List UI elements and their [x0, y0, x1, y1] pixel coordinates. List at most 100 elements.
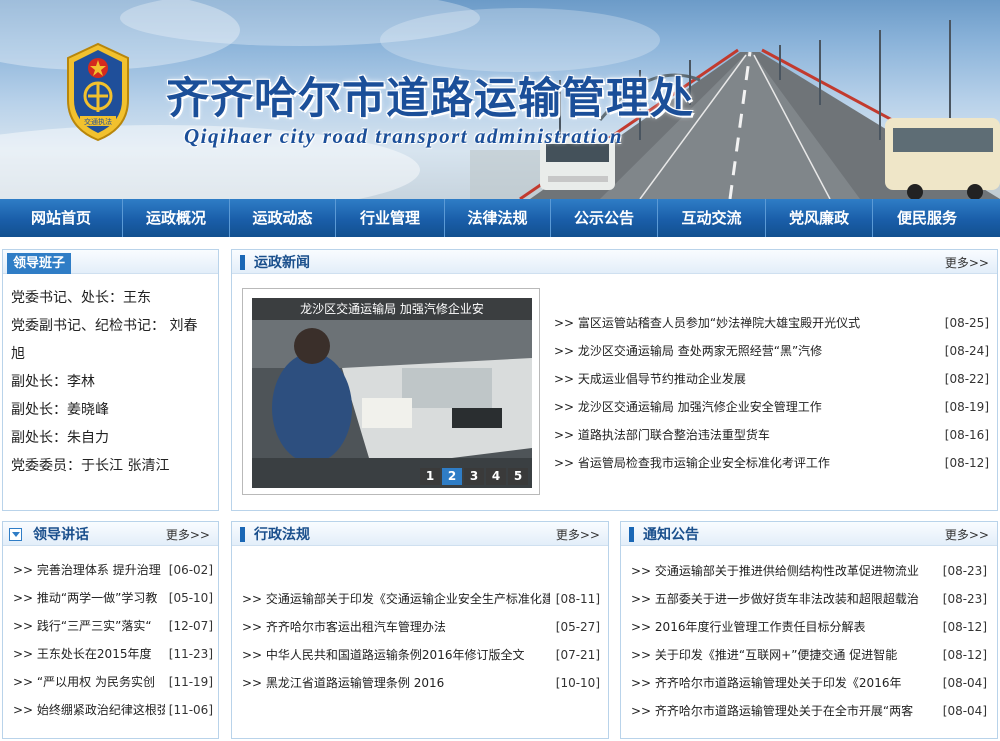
news-date: [08-25]	[944, 316, 989, 330]
slider-page-2[interactable]: 2	[442, 468, 462, 485]
leadership-header: 领导班子	[3, 250, 218, 274]
list-item: >> “严以用权 为民务实创 [11-19]	[13, 668, 213, 696]
regulations-title: 行政法规	[254, 527, 310, 543]
list-item: >> 五部委关于进一步做好货车非法改装和超限超载治 [08-23]	[631, 585, 987, 613]
leadership-panel: 领导班子 党委书记、处长：王东 党委副书记、纪检书记： 刘春旭 副处长：李林 副…	[2, 249, 219, 511]
news-photo-image	[252, 298, 532, 488]
news-link[interactable]: >> 富区运管站稽查人员参加“妙法禅院大雄宝殿开光仪式	[554, 309, 924, 337]
notice-link[interactable]: >> 齐齐哈尔市道路运输管理处关于在全市开展“两客	[631, 697, 931, 725]
news-photo[interactable]: 龙沙区交通运输局 加强汽修企业安 1 2 3 4 5	[252, 298, 532, 488]
news-photo-slider: 龙沙区交通运输局 加强汽修企业安 1 2 3 4 5	[242, 288, 540, 495]
news-more-link[interactable]: 更多>>	[945, 254, 989, 271]
news-header: 运政新闻 更多>>	[232, 250, 997, 274]
nav-home[interactable]: 网站首页	[0, 199, 123, 237]
notice-link[interactable]: >> 齐齐哈尔市道路运输管理处关于印发《2016年	[631, 669, 931, 697]
speech-date: [11-19]	[168, 675, 213, 689]
news-date: [08-12]	[944, 456, 989, 470]
news-date: [08-22]	[944, 372, 989, 386]
list-item: >> 省运管局检查我市运输企业安全标准化考评工作 [08-12]	[554, 449, 989, 477]
nav-overview[interactable]: 运政概况	[123, 199, 230, 237]
list-item: >> 交通运输部关于推进供给侧结构性改革促进物流业 [08-23]	[631, 557, 987, 585]
leader-item: 副处长：姜晓峰	[11, 402, 109, 418]
news-date: [08-24]	[944, 344, 989, 358]
list-item: >> 交通运输部关于印发《交通运输企业安全生产标准化建 [08-11]	[242, 585, 600, 613]
news-link[interactable]: >> 龙沙区交通运输局 查处两家无照经营“黑”汽修	[554, 337, 924, 365]
leader-item: 党委副书记、纪检书记： 刘春旭	[11, 318, 198, 362]
leader-item: 副处长：朱自力	[11, 430, 109, 446]
nav-news[interactable]: 运政动态	[230, 199, 336, 237]
slider-page-4[interactable]: 4	[486, 468, 506, 485]
nav-laws[interactable]: 法律法规	[445, 199, 551, 237]
speech-date: [11-06]	[168, 703, 213, 717]
speech-date: [06-02]	[168, 563, 213, 577]
regulation-link[interactable]: >> 齐齐哈尔市客运出租汽车管理办法	[242, 613, 550, 641]
list-item: >> 齐齐哈尔市道路运输管理处关于印发《2016年 [08-04]	[631, 669, 987, 697]
regulation-link[interactable]: >> 中华人民共和国道路运输条例2016年修订版全文	[242, 641, 550, 669]
notice-link[interactable]: >> 2016年度行业管理工作责任目标分解表	[631, 613, 931, 641]
news-date: [08-16]	[944, 428, 989, 442]
list-item: >> 龙沙区交通运输局 查处两家无照经营“黑”汽修 [08-24]	[554, 337, 989, 365]
slider-page-5[interactable]: 5	[508, 468, 528, 485]
speeches-title: 领导讲话	[33, 527, 89, 543]
news-link[interactable]: >> 省运管局检查我市运输企业安全标准化考评工作	[554, 449, 924, 477]
list-item: >> 2016年度行业管理工作责任目标分解表 [08-12]	[631, 613, 987, 641]
nav-integrity[interactable]: 党风廉政	[766, 199, 873, 237]
speech-link[interactable]: >> 践行“三严三实”落实“	[13, 612, 165, 640]
list-item: >> 富区运管站稽查人员参加“妙法禅院大雄宝殿开光仪式 [08-25]	[554, 309, 989, 337]
header-accent-bar	[240, 255, 245, 270]
list-item: >> 推动“两学一做”学习教 [05-10]	[13, 584, 213, 612]
regulations-more-link[interactable]: 更多>>	[556, 526, 600, 543]
regulations-list: >> 交通运输部关于印发《交通运输企业安全生产标准化建 [08-11] >> 齐齐…	[242, 585, 600, 697]
notice-link[interactable]: >> 五部委关于进一步做好货车非法改装和超限超载治	[631, 585, 931, 613]
site-title: 齐齐哈尔市道路运输管理处	[166, 74, 694, 124]
notices-title: 通知公告	[643, 527, 699, 543]
speech-date: [12-07]	[168, 619, 213, 633]
notice-link[interactable]: >> 交通运输部关于推进供给侧结构性改革促进物流业	[631, 557, 931, 585]
list-item: >> 完善治理体系 提升治理 [06-02]	[13, 556, 213, 584]
speech-link[interactable]: >> 王东处长在2015年度	[13, 640, 165, 668]
regulations-header: 行政法规 更多>>	[232, 522, 608, 546]
leader-item: 副处长：李林	[11, 374, 95, 390]
traffic-enforcement-emblem: 交通执法	[67, 42, 129, 142]
list-item: >> 天成运业倡导节约推动企业发展 [08-22]	[554, 365, 989, 393]
nav-public-service[interactable]: 便民服务	[873, 199, 981, 237]
notice-date: [08-23]	[942, 564, 987, 578]
speech-date: [05-10]	[168, 591, 213, 605]
list-item: >> 王东处长在2015年度 [11-23]	[13, 640, 213, 668]
regulations-panel: 行政法规 更多>> >> 交通运输部关于印发《交通运输企业安全生产标准化建 [08…	[231, 521, 609, 739]
notice-date: [08-04]	[942, 704, 987, 718]
speech-date: [11-23]	[168, 647, 213, 661]
leadership-title[interactable]: 领导班子	[7, 253, 72, 274]
list-item: >> 齐齐哈尔市道路运输管理处关于在全市开展“两客 [08-04]	[631, 697, 987, 725]
speech-link[interactable]: >> “严以用权 为民务实创	[13, 668, 165, 696]
notice-date: [08-23]	[942, 592, 987, 606]
speech-link[interactable]: >> 完善治理体系 提升治理	[13, 556, 165, 584]
news-link[interactable]: >> 天成运业倡导节约推动企业发展	[554, 365, 924, 393]
header-accent-bar	[240, 527, 245, 542]
speeches-list: >> 完善治理体系 提升治理 [06-02] >> 推动“两学一做”学习教 [05-…	[13, 556, 213, 724]
notices-header: 通知公告 更多>>	[621, 522, 997, 546]
notices-more-link[interactable]: 更多>>	[945, 526, 989, 543]
speech-icon	[9, 528, 22, 541]
regulation-link[interactable]: >> 黑龙江省道路运输管理条例 2016	[242, 669, 550, 697]
list-item: >> 龙沙区交通运输局 加强汽修企业安全管理工作 [08-19]	[554, 393, 989, 421]
speeches-more-link[interactable]: 更多>>	[166, 526, 210, 543]
nav-public-notices[interactable]: 公示公告	[551, 199, 658, 237]
leadership-list: 党委书记、处长：王东 党委副书记、纪检书记： 刘春旭 副处长：李林 副处长：姜晓…	[11, 284, 211, 480]
nav-interaction[interactable]: 互动交流	[658, 199, 766, 237]
slider-page-3[interactable]: 3	[464, 468, 484, 485]
news-link[interactable]: >> 龙沙区交通运输局 加强汽修企业安全管理工作	[554, 393, 924, 421]
news-link[interactable]: >> 道路执法部门联合整治违法重型货车	[554, 421, 924, 449]
notice-date: [08-12]	[942, 648, 987, 662]
list-item: >> 道路执法部门联合整治违法重型货车 [08-16]	[554, 421, 989, 449]
regulation-link[interactable]: >> 交通运输部关于印发《交通运输企业安全生产标准化建	[242, 585, 550, 613]
speech-link[interactable]: >> 推动“两学一做”学习教	[13, 584, 165, 612]
news-list: >> 富区运管站稽查人员参加“妙法禅院大雄宝殿开光仪式 [08-25] >> 龙沙…	[554, 309, 989, 477]
notices-list: >> 交通运输部关于推进供给侧结构性改革促进物流业 [08-23] >> 五部委关…	[631, 557, 987, 725]
news-panel: 运政新闻 更多>> 龙沙区交通运输局 加强汽修企业安 1 2 3 4 5 >> …	[231, 249, 998, 511]
nav-industry-management[interactable]: 行业管理	[336, 199, 445, 237]
speech-link[interactable]: >> 始终绷紧政治纪律这根弦	[13, 696, 165, 724]
slider-page-1[interactable]: 1	[420, 468, 440, 485]
notice-link[interactable]: >> 关于印发《推进“互联网+”便捷交通 促进智能	[631, 641, 931, 669]
slider-caption[interactable]: 龙沙区交通运输局 加强汽修企业安	[252, 298, 532, 320]
